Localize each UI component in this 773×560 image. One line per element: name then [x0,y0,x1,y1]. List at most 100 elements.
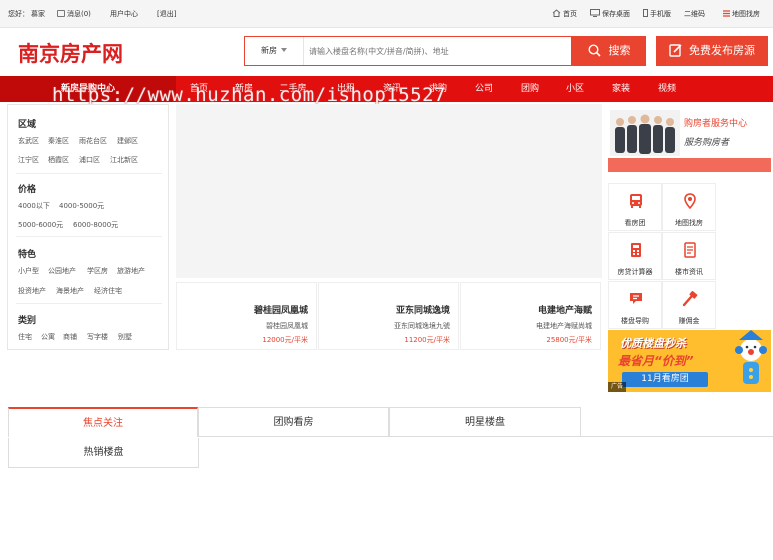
project-card[interactable]: 碧桂园凤凰城 碧桂园凤凰城 12000元/平米 [176,282,317,350]
bus-icon [630,194,642,208]
region-title: 区域 [18,120,37,130]
region-link[interactable]: 浦口区 [79,155,100,165]
feature-link[interactable]: 经济住宅 [94,286,122,296]
service-item-viewing-tour[interactable]: 看房团 [608,183,662,231]
nav-item-decoration[interactable]: 家装 [601,76,641,102]
feature-link[interactable]: 投资地产 [18,286,46,296]
feature-link[interactable]: 小户型 [18,266,39,276]
main-banner[interactable] [176,104,602,278]
service-subtitle: 服务购房者 [684,138,730,148]
nav-item-company[interactable]: 公司 [464,76,504,102]
feature-link[interactable]: 公园地产 [48,266,76,276]
project-card[interactable]: 电建地产海赋 电建地产海赋尚城 25800元/平米 [460,282,601,350]
save-desktop-link[interactable]: 保存桌面 [590,9,630,19]
project-address: 碧桂园凤凰城 [266,322,308,330]
project-name: 电建地产海赋 [537,306,592,316]
tab-focus[interactable]: 焦点关注 [8,407,198,437]
region-link[interactable]: 玄武区 [18,136,39,146]
feature-link[interactable]: 旅游地产 [117,266,145,276]
filter-panel: 区域 玄武区 秦淮区 雨花台区 建邺区 江宁区 栖霞区 浦口区 江北新区 价格 … [7,104,169,350]
project-price: 12000元/平米 [262,336,308,344]
region-link[interactable]: 栖霞区 [48,155,69,165]
search-category-select[interactable]: 新房 [245,37,304,65]
region-link[interactable]: 江北新区 [110,155,138,165]
project-price: 11200元/平米 [404,336,450,344]
clown-illustration [735,330,767,384]
divider [16,303,162,304]
divider [16,236,162,237]
project-card[interactable]: 亚东同城逸境 亚东同城逸境九號 11200元/平米 [318,282,459,350]
map-search-link[interactable]: 地图找房 [723,9,760,19]
ad-tag: 广告 [608,382,626,392]
username-link[interactable]: 慕家 [31,9,45,19]
search-input[interactable] [309,37,567,65]
region-link[interactable]: 江宁区 [18,155,39,165]
feature-link[interactable]: 海景地产 [56,286,84,296]
tab-star-projects[interactable]: 明星楼盘 [389,407,581,437]
search-box: 新房 [244,36,572,66]
project-price: 25800元/平米 [546,336,592,344]
region-link[interactable]: 秦淮区 [48,136,69,146]
list-icon [723,10,730,17]
price-link[interactable]: 4000-5000元 [59,201,104,211]
top-bar: 您好： 慕家 消息(0) 用户中心 [退出] 首页 保存桌面 手机版 二维码 地… [0,0,773,28]
ad-cta-button[interactable]: 11月看房团 [622,372,708,387]
service-item-commission[interactable]: 赚佣金 [662,281,716,329]
buyer-service-center[interactable]: 购房者服务中心 服务购房者 [608,108,771,160]
service-item-map-search[interactable]: 地图找房 [662,183,716,231]
qrcode-link[interactable]: 二维码 [684,9,705,19]
divider [16,173,162,174]
nav-item-community[interactable]: 小区 [555,76,595,102]
ad-line-2: 最省月“价到” [618,354,694,368]
tab-group-viewing[interactable]: 团购看房 [198,407,389,437]
type-link[interactable]: 写字楼 [87,332,108,342]
search-icon [587,44,601,57]
map-pin-icon [684,193,696,209]
staff-photo [610,110,680,156]
price-link[interactable]: 5000-6000元 [18,220,63,230]
feature-title: 特色 [18,250,37,260]
logout-link[interactable]: [退出] [157,9,176,19]
greeting-text: 您好： [8,10,29,18]
calculator-icon [631,243,641,257]
service-item-loan-calculator[interactable]: 房贷计算器 [608,232,662,280]
price-link[interactable]: 4000以下 [18,201,50,211]
project-address: 电建地产海赋尚城 [536,322,592,330]
monitor-icon [590,9,600,17]
search-button[interactable]: 搜索 [572,36,646,66]
user-center-link[interactable]: 用户中心 [110,9,138,19]
chevron-down-icon [281,48,287,52]
ad-banner[interactable]: 优质楼盘秒杀 最省月“价到” 11月看房团 广告 [608,330,771,392]
home-link[interactable]: 首页 [552,9,577,19]
service-item-market-news[interactable]: 楼市资讯 [662,232,716,280]
type-title: 类别 [18,316,37,326]
hammer-icon [682,291,698,307]
project-address: 亚东同城逸境九號 [394,322,450,330]
price-title: 价格 [18,185,37,195]
ad-line-1: 优质楼盘秒杀 [620,337,686,350]
region-link[interactable]: 建邺区 [117,136,138,146]
project-name: 亚东同城逸境 [395,306,450,316]
service-item-guide[interactable]: 楼盘导购 [608,281,662,329]
price-link[interactable]: 6000-8000元 [73,220,118,230]
watermark-text: https://www.huzhan.com/ishop15527 [52,84,446,106]
news-icon [684,242,696,258]
tab-hot-sales[interactable]: 热销楼盘 [8,438,199,468]
home-icon [552,9,561,17]
nav-item-video[interactable]: 视频 [647,76,687,102]
site-logo[interactable]: 南京房产网 [18,38,123,68]
service-title: 购房者服务中心 [684,119,748,129]
type-link[interactable]: 住宅 [18,332,32,342]
tabs-divider [581,436,773,437]
edit-icon [669,44,682,57]
messages-link[interactable]: 消息(0) [57,9,91,19]
publish-listing-button[interactable]: 免费发布房源 [656,36,768,66]
region-link[interactable]: 雨花台区 [79,136,107,146]
phone-icon [643,9,648,17]
type-link[interactable]: 公寓 [41,332,55,342]
nav-item-group-buy[interactable]: 团购 [510,76,550,102]
mobile-link[interactable]: 手机版 [643,9,671,19]
type-link[interactable]: 别墅 [118,332,132,342]
feature-link[interactable]: 学区房 [87,266,108,276]
type-link[interactable]: 商铺 [63,332,77,342]
